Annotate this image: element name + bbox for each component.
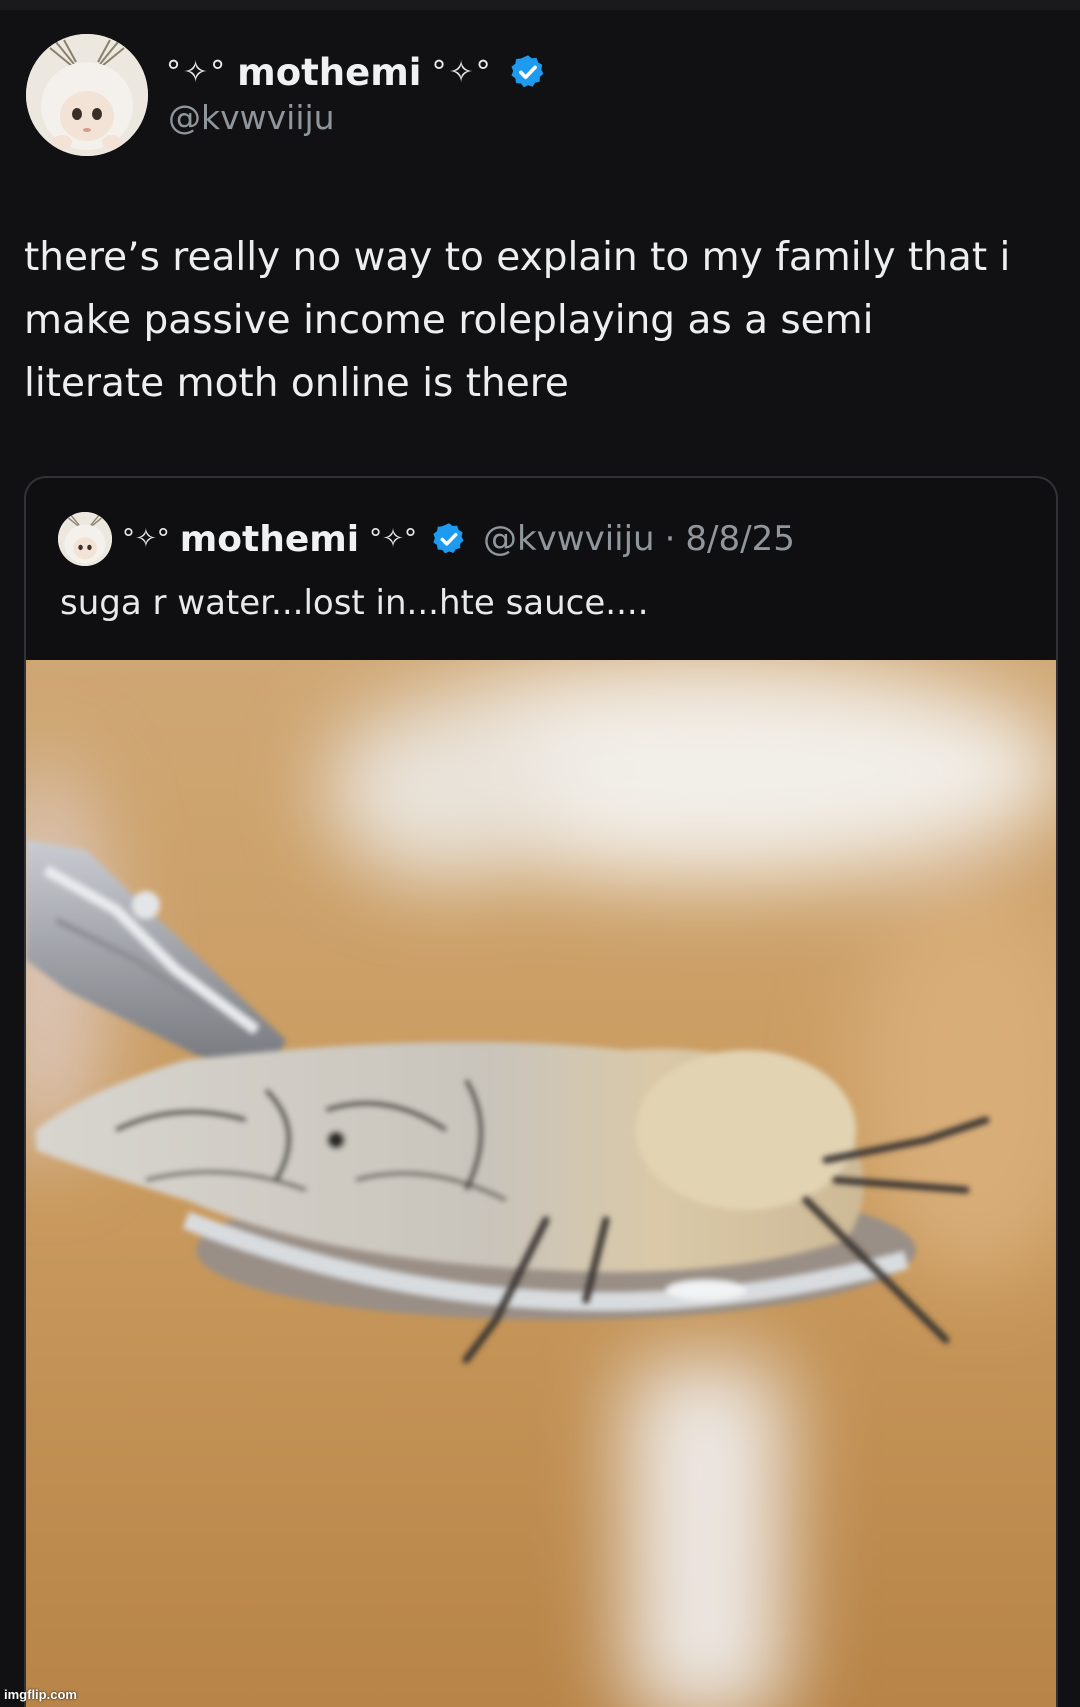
- author-name-row: °✧° mothemi °✧°: [166, 44, 547, 100]
- quoted-author-avatar[interactable]: [58, 512, 112, 566]
- tweet-text: there’s really no way to explain to my f…: [24, 235, 1011, 406]
- quoted-name-decoration-right: °✧°: [369, 524, 417, 554]
- quoted-name-decoration-left: °✧°: [122, 524, 170, 554]
- quoted-tweet-date[interactable]: 8/8/25: [685, 519, 794, 559]
- author-handle[interactable]: @kvwviiju: [168, 98, 335, 137]
- author-avatar[interactable]: [26, 34, 148, 156]
- top-strip: [0, 0, 1080, 10]
- quoted-tweet-text: suga r water...lost in...hte sauce....: [60, 583, 649, 623]
- quoted-tweet-header: °✧° mothemi °✧° @kvwviiju · 8/8/25: [58, 512, 795, 566]
- verified-badge-icon: [433, 523, 464, 554]
- name-decoration-left: °✧°: [166, 54, 228, 90]
- imgflip-watermark: imgflip.com: [4, 1687, 77, 1702]
- quoted-author-display-name[interactable]: mothemi: [180, 519, 359, 560]
- moth-on-spoon-photo[interactable]: [26, 660, 1056, 1707]
- screenshot-page: °✧° mothemi °✧° @kvwviiju there’s really…: [0, 0, 1080, 1707]
- author-display-name[interactable]: mothemi: [237, 51, 421, 94]
- quoted-tweet-card[interactable]: °✧° mothemi °✧° @kvwviiju · 8/8/25 suga …: [24, 476, 1058, 1707]
- name-decoration-right: °✧°: [431, 54, 493, 90]
- quoted-separator: ·: [664, 519, 676, 559]
- moth-doll-avatar-small: [58, 512, 112, 566]
- moth-doll-avatar-image: [26, 34, 148, 156]
- quoted-author-handle[interactable]: @kvwviiju: [483, 519, 655, 559]
- verified-badge-icon: [511, 55, 543, 88]
